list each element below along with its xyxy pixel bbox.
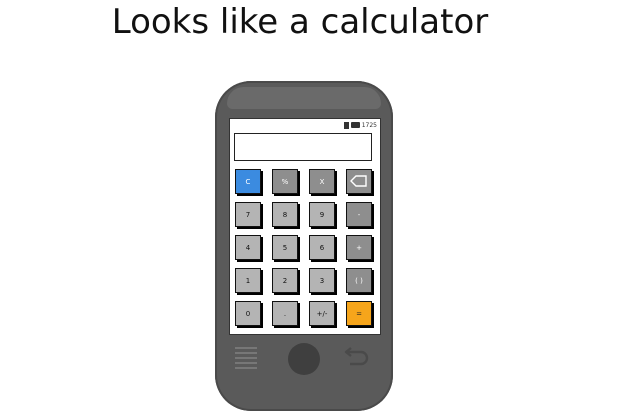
- parentheses-button[interactable]: ( ): [346, 268, 372, 293]
- status-time: 1725: [361, 121, 377, 129]
- percent-button[interactable]: %: [272, 169, 298, 194]
- key-5[interactable]: 5: [272, 235, 298, 260]
- minus-button[interactable]: -: [346, 202, 372, 227]
- slide-title: Looks like a calculator: [111, 2, 489, 42]
- key-7[interactable]: 7: [235, 202, 261, 227]
- menu-icon[interactable]: [235, 344, 257, 374]
- clear-button[interactable]: C: [235, 169, 261, 194]
- phone-screen: 1725 C % X 7 8 9 - 4 5 6 + 1 2 3 ( ) 0 .…: [229, 118, 381, 335]
- plus-button[interactable]: +: [346, 235, 372, 260]
- key-0[interactable]: 0: [235, 301, 261, 326]
- signal-icon: [343, 121, 349, 129]
- backspace-button[interactable]: [346, 169, 372, 194]
- backspace-icon: [350, 174, 368, 189]
- home-button[interactable]: [288, 343, 320, 375]
- battery-icon: [350, 122, 360, 128]
- status-bar: 1725: [343, 120, 377, 130]
- equals-button[interactable]: =: [346, 301, 372, 326]
- key-9[interactable]: 9: [309, 202, 335, 227]
- phone-mockup: 1725 C % X 7 8 9 - 4 5 6 + 1 2 3 ( ) 0 .…: [215, 81, 393, 411]
- phone-top-bezel: [227, 87, 381, 109]
- key-1[interactable]: 1: [235, 268, 261, 293]
- multiply-button[interactable]: X: [309, 169, 335, 194]
- calculator-display: [234, 133, 372, 161]
- decimal-button[interactable]: .: [272, 301, 298, 326]
- key-3[interactable]: 3: [309, 268, 335, 293]
- key-2[interactable]: 2: [272, 268, 298, 293]
- key-8[interactable]: 8: [272, 202, 298, 227]
- back-arrow-icon[interactable]: [343, 344, 371, 374]
- key-4[interactable]: 4: [235, 235, 261, 260]
- sign-toggle-button[interactable]: +/-: [309, 301, 335, 326]
- key-6[interactable]: 6: [309, 235, 335, 260]
